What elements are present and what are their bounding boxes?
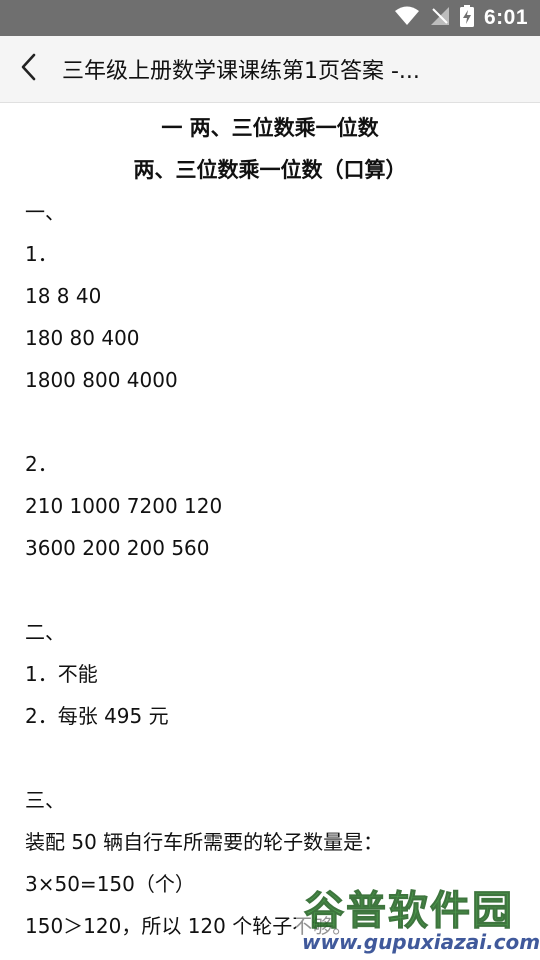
article-content[interactable]: 一 两、三位数乘一位数 两、三位数乘一位数（口算） 一、 1． 18 8 40 …	[0, 103, 540, 960]
watermark-url: www.gupuxiazai.com	[302, 930, 540, 954]
no-signal-icon	[430, 6, 450, 30]
page-title: 三年级上册数学课课练第1页答案 -...	[62, 59, 420, 84]
battery-charging-icon	[459, 5, 474, 31]
answer-lines: 一、 1． 18 8 40 180 80 400 1800 800 4000 2…	[0, 191, 540, 947]
answer-line: 180 80 400	[25, 326, 140, 350]
answer-line: 1．不能	[25, 662, 98, 686]
answer-line: 18 8 40	[25, 284, 102, 308]
wifi-icon	[394, 6, 420, 30]
answer-line-blank	[25, 737, 520, 779]
answer-line: 二、	[25, 620, 65, 644]
article-heading-sub: 两、三位数乘一位数（口算）	[133, 158, 407, 182]
site-watermark: 谷普软件园 www.gupuxiazai.com	[296, 876, 540, 960]
watermark-logo: 谷普软件园	[304, 888, 514, 935]
chevron-left-icon	[19, 53, 39, 85]
app-bar: 三年级上册数学课课练第1页答案 -...	[0, 36, 540, 103]
status-icons: 6:01	[394, 0, 528, 36]
answer-line: 2．	[25, 452, 58, 476]
article-heading-main: 一 两、三位数乘一位数	[161, 116, 379, 140]
answer-line: 1．	[25, 242, 58, 266]
status-time: 6:01	[483, 6, 528, 29]
answer-line: 3600 200 200 560	[25, 536, 210, 560]
answer-line: 一、	[25, 200, 65, 224]
answer-line: 三、	[25, 788, 65, 812]
back-button[interactable]	[0, 36, 58, 102]
answer-line-blank	[25, 569, 520, 611]
answer-line: 2．每张 495 元	[25, 704, 169, 728]
answer-line: 210 1000 7200 120	[25, 494, 223, 518]
answer-line-blank	[25, 401, 520, 443]
answer-line: 1800 800 4000	[25, 368, 178, 392]
status-bar: 6:01	[0, 0, 540, 36]
answer-line: 装配 50 辆自行车所需要的轮子数量是：	[25, 830, 384, 854]
